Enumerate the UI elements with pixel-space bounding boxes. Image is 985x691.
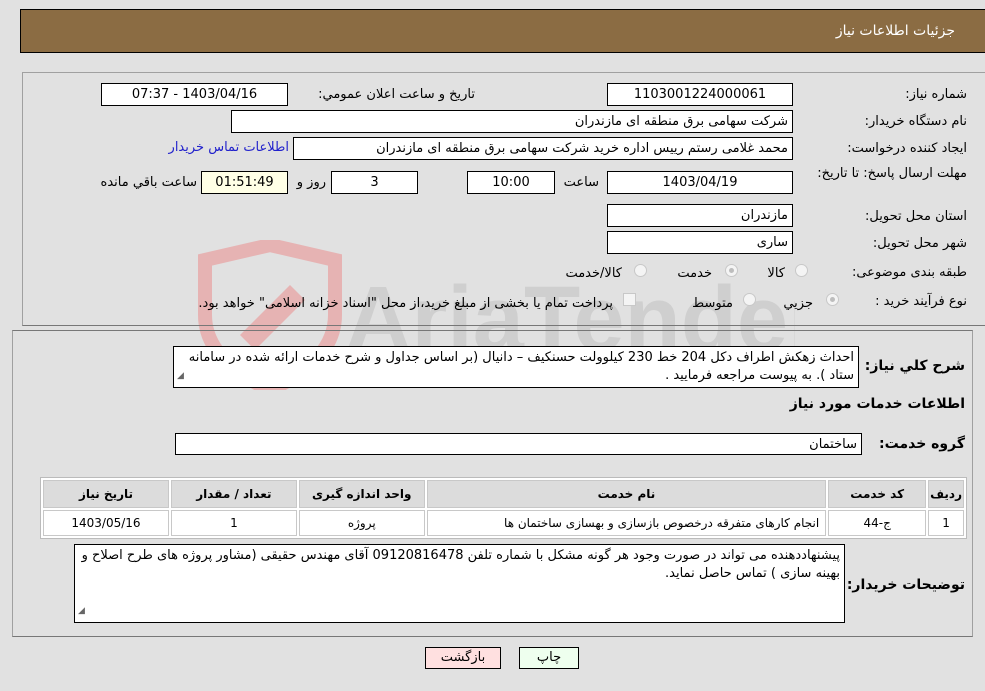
days-remaining-field: 3: [331, 171, 418, 194]
category-radio-goods[interactable]: [795, 264, 808, 277]
city-field: ساری: [607, 231, 793, 254]
need-number-label: شماره نیاز:: [905, 87, 967, 102]
service-group-field: ساختمان: [175, 433, 862, 455]
buyer-org-field: شرکت سهامی برق منطقه ای مازندران: [231, 110, 793, 133]
remaining-label: ساعت باقي مانده: [100, 175, 197, 190]
process-label: نوع فرآيند خريد :: [875, 294, 967, 309]
buyer-notes-text: پیشنهاددهنده می تواند در صورت وجود هر گو…: [81, 548, 840, 581]
resize-grip-icon[interactable]: ◢: [78, 602, 85, 620]
treasury-checkbox[interactable]: [623, 293, 636, 306]
city-label: شهر محل تحویل:: [872, 236, 967, 251]
print-button[interactable]: چاپ: [519, 647, 579, 669]
need-number-field: 1103001224000061: [607, 83, 793, 106]
deadline-label: مهلت ارسال پاسخ: تا تاريخ:: [817, 166, 967, 181]
description-label: شرح کلي نياز:: [864, 358, 965, 374]
category-label: طبقه بندی موضوعی:: [851, 265, 967, 280]
category-option-goods: کالا: [767, 266, 785, 281]
deadline-time-field: 10:00: [467, 171, 555, 194]
col-service-name: نام خدمت: [426, 480, 827, 508]
table-row: 1 ج-44 انجام کارهای متفرقه درخصوص بازساز…: [43, 510, 964, 536]
cell-row-number: 1: [928, 510, 964, 536]
creator-field: محمد غلامی رستم رییس اداره خرید شرکت سها…: [293, 137, 793, 160]
cell-service-code: ج-44: [828, 510, 927, 536]
col-quantity: تعداد / مقدار: [170, 480, 297, 508]
process-option-medium: متوسط: [692, 296, 733, 311]
category-option-goods-service: کالا/خدمت: [565, 266, 622, 281]
deadline-time-label: ساعت: [563, 175, 599, 190]
category-option-service: خدمت: [677, 266, 712, 281]
category-radio-service[interactable]: [725, 264, 738, 277]
process-radio-minor[interactable]: [826, 293, 839, 306]
cell-quantity: 1: [170, 510, 297, 536]
page-header: جزئیات اطلاعات نیاز: [20, 9, 985, 53]
buyer-notes-textarea[interactable]: پیشنهاددهنده می تواند در صورت وجود هر گو…: [74, 544, 845, 623]
time-remaining-field: 01:51:49: [201, 171, 288, 194]
category-radio-goods-service[interactable]: [634, 264, 647, 277]
buyer-org-label: نام دستگاه خريدار:: [864, 114, 967, 129]
days-label: روز و: [296, 175, 326, 190]
description-textarea[interactable]: احداث زهکش اطراف دکل 204 خط 230 کیلوولت …: [173, 346, 859, 388]
col-need-date: تاريخ نياز: [43, 480, 169, 508]
service-group-label: گروه خدمت:: [879, 436, 965, 452]
resize-grip-icon[interactable]: ◢: [177, 367, 184, 385]
cell-unit: پروژه: [298, 510, 425, 536]
col-row-number: رديف: [928, 480, 964, 508]
announce-datetime-field: 1403/04/16 - 07:37: [101, 83, 288, 106]
buyer-contact-link[interactable]: اطلاعات تماس خريدار: [169, 140, 289, 155]
province-field: مازندران: [607, 204, 793, 227]
col-service-code: کد خدمت: [828, 480, 927, 508]
process-radio-medium[interactable]: [743, 293, 756, 306]
back-button[interactable]: بازگشت: [425, 647, 501, 669]
services-section-title: اطلاعات خدمات مورد نياز: [789, 396, 965, 412]
treasury-note: پرداخت تمام يا بخشی از مبلغ خريد،از محل …: [198, 296, 613, 311]
province-label: استان محل تحویل:: [865, 209, 967, 224]
page-title: جزئیات اطلاعات نیاز: [835, 23, 955, 39]
table-header-row: رديف کد خدمت نام خدمت واحد اندازه گيری ت…: [43, 480, 964, 508]
col-unit: واحد اندازه گيری: [298, 480, 425, 508]
creator-label: ايجاد کننده درخواست:: [847, 141, 967, 156]
buyer-notes-label: توضيحات خريدار:: [846, 577, 965, 593]
cell-need-date: 1403/05/16: [43, 510, 169, 536]
announce-label: تاريخ و ساعت اعلان عمومي:: [318, 87, 475, 102]
services-table: رديف کد خدمت نام خدمت واحد اندازه گيری ت…: [40, 477, 967, 539]
description-text: احداث زهکش اطراف دکل 204 خط 230 کیلوولت …: [188, 350, 854, 383]
cell-service-name: انجام کارهای متفرقه درخصوص بازسازی و بهس…: [426, 510, 827, 536]
deadline-date-field: 1403/04/19: [607, 171, 793, 194]
process-option-minor: جزيي: [783, 296, 813, 311]
